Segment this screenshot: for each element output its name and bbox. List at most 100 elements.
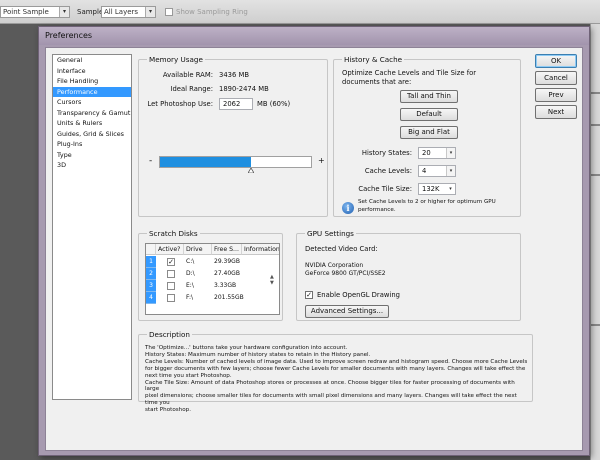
chevron-down-icon[interactable]: ▾ (446, 148, 455, 158)
sidebar-item-interface[interactable]: Interface (53, 66, 131, 77)
available-ram-label: Available RAM: (162, 71, 213, 79)
cache-tile-size-value: 132K (422, 185, 440, 193)
ok-button[interactable]: OK (535, 54, 577, 68)
memory-slider-thumb[interactable] (248, 168, 254, 173)
sample-select[interactable]: All Layers ▾ (101, 6, 156, 18)
scratch-disks-title: Scratch Disks (147, 229, 200, 238)
panel-divider (591, 174, 600, 176)
sidebar-item-file-handling[interactable]: File Handling (53, 76, 131, 87)
detected-video-card-label: Detected Video Card: (305, 245, 378, 253)
memory-usage-group: Memory Usage Available RAM: 3436 MB Idea… (138, 55, 328, 217)
sidebar-item-performance[interactable]: Performance (53, 86, 131, 97)
default-button[interactable]: Default (400, 108, 458, 121)
row-number-header (146, 244, 156, 255)
enable-opengl-label: Enable OpenGL Drawing (317, 291, 400, 299)
sidebar-item-plug-ins[interactable]: Plug-Ins (53, 139, 131, 150)
chevron-down-icon: ▾ (145, 7, 155, 17)
description-line: The 'Optimize...' buttons take your hard… (145, 345, 348, 351)
sidebar-item-general[interactable]: General (53, 55, 131, 66)
description-title: Description (147, 330, 192, 339)
information-column-header[interactable]: Information (242, 244, 279, 255)
row-number: 4 (146, 292, 156, 304)
free-space: 29.39GB (214, 258, 240, 265)
description-group: Description The 'Optimize...' buttons ta… (138, 330, 533, 413)
history-states-value: 20 (422, 149, 431, 157)
cache-levels-label: Cache Levels: (364, 167, 412, 175)
dialog-title: Preferences (45, 31, 93, 40)
point-sample-select[interactable]: Point Sample ▾ (0, 6, 70, 18)
free-space: 27.40GB (214, 270, 240, 277)
drive-letter: C:\ (186, 258, 195, 265)
chevron-down-icon: ▾ (446, 184, 455, 194)
tall-and-thin-button[interactable]: Tall and Thin (400, 90, 458, 103)
ideal-range-label: Ideal Range: (170, 85, 213, 93)
info-icon: i (342, 202, 354, 214)
history-cache-group: History & Cache Optimize Cache Levels an… (333, 55, 521, 217)
active-checkbox[interactable] (167, 270, 175, 278)
chevron-down-icon[interactable]: ▾ (446, 166, 455, 176)
panel-divider (591, 324, 600, 326)
chevron-down-icon: ▾ (59, 7, 69, 17)
dialog-client: General Interface File Handling Performa… (45, 47, 583, 451)
memory-amount-field[interactable]: 2062 (219, 98, 253, 110)
row-arrows: ▲ ▼ (270, 274, 274, 286)
gpu-vendor: NVIDIA Corporation (305, 262, 364, 269)
tool-options-bar: Point Sample ▾ Sample: All Layers ▾ Show… (0, 0, 600, 24)
description-text: The 'Optimize...' buttons take your hard… (145, 345, 529, 414)
row-number: 1 (146, 256, 156, 268)
optimize-text-line1: Optimize Cache Levels and Tile Size for (342, 69, 477, 77)
point-sample-value: Point Sample (3, 8, 49, 16)
history-states-field[interactable]: 20 ▾ (418, 147, 456, 159)
cache-levels-field[interactable]: 4 ▾ (418, 165, 456, 177)
scratch-disks-group: Scratch Disks Active? Drive Free S... In… (138, 229, 283, 321)
preferences-dialog: Preferences General Interface File Handl… (38, 26, 590, 456)
let-photoshop-use-label: Let Photoshop Use: (147, 100, 213, 108)
show-ring-label: Show Sampling Ring (176, 8, 248, 16)
active-checkbox[interactable] (167, 294, 175, 302)
drive-letter: E:\ (186, 282, 194, 289)
memory-unit-label: MB (60%) (257, 100, 291, 108)
active-checkbox[interactable] (167, 282, 175, 290)
active-checkbox[interactable]: ✓ (167, 258, 175, 266)
memory-slider-fill (160, 157, 251, 167)
free-space-column-header[interactable]: Free S... (212, 244, 242, 255)
gpu-model: GeForce 9800 GT/PCI/SSE2 (305, 270, 386, 277)
row-number: 3 (146, 280, 156, 292)
slider-minus-label: - (149, 156, 153, 166)
gpu-settings-group: GPU Settings Detected Video Card: NVIDIA… (296, 229, 521, 321)
sidebar-item-units-rulers[interactable]: Units & Rulers (53, 118, 131, 129)
gpu-settings-title: GPU Settings (305, 229, 356, 238)
description-line: next time you start Photoshop. (145, 372, 232, 379)
active-column-header[interactable]: Active? (156, 244, 184, 255)
description-line: pixel dimensions; choose smaller tiles f… (145, 393, 517, 407)
show-ring-checkbox[interactable] (165, 8, 173, 16)
drive-letter: D:\ (186, 270, 195, 277)
sidebar-item-3d[interactable]: 3D (53, 160, 131, 171)
prev-button[interactable]: Prev (535, 88, 577, 102)
drive-column-header[interactable]: Drive (184, 244, 212, 255)
advanced-settings-button[interactable]: Advanced Settings... (305, 305, 389, 318)
big-and-flat-button[interactable]: Big and Flat (400, 126, 458, 139)
description-line: for bigger documents with few layers; ch… (145, 365, 526, 372)
scratch-disks-table: Active? Drive Free S... Information 1 ✓ … (145, 243, 280, 315)
sidebar-item-cursors[interactable]: Cursors (53, 97, 131, 108)
next-button[interactable]: Next (535, 105, 577, 119)
dialog-titlebar[interactable]: Preferences (39, 27, 589, 45)
scratch-disk-row[interactable]: 3 E:\ 3.33GB (146, 280, 279, 292)
row-number: 2 (146, 268, 156, 280)
available-ram-value: 3436 MB (219, 71, 249, 79)
scratch-disk-row[interactable]: 2 D:\ 27.40GB (146, 268, 279, 280)
sidebar-item-type[interactable]: Type (53, 150, 131, 161)
sidebar-item-transparency-gamut[interactable]: Transparency & Gamut (53, 108, 131, 119)
cancel-button[interactable]: Cancel (535, 71, 577, 85)
drive-letter: F:\ (186, 294, 194, 301)
enable-opengl-checkbox[interactable]: ✓ (305, 291, 313, 299)
gpu-tip-line1: Set Cache Levels to 2 or higher for opti… (358, 199, 496, 205)
scratch-disk-row[interactable]: 1 ✓ C:\ 29.39GB (146, 256, 279, 268)
description-line: History States: Maximum number of histor… (145, 351, 371, 358)
memory-slider[interactable] (159, 156, 312, 168)
sample-value: All Layers (104, 8, 139, 16)
sidebar-item-guides-grid-slices[interactable]: Guides, Grid & Slices (53, 129, 131, 140)
scratch-disk-row[interactable]: 4 F:\ 201.55GB (146, 292, 279, 304)
cache-tile-size-select[interactable]: 132K ▾ (418, 183, 456, 195)
